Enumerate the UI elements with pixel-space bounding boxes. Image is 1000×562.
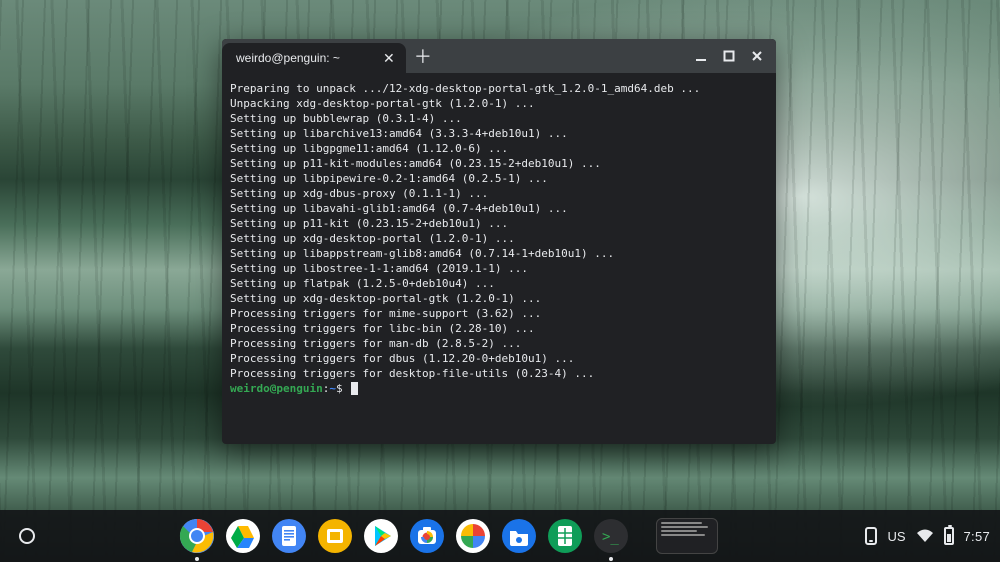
prompt-user-host: weirdo@penguin	[230, 382, 323, 395]
terminal-line: Setting up p11-kit-modules:amd64 (0.23.1…	[230, 156, 768, 171]
pinned-apps: >_	[178, 517, 630, 555]
wifi-icon[interactable]	[916, 529, 934, 543]
terminal-line: Unpacking xdg-desktop-portal-gtk (1.2.0-…	[230, 96, 768, 111]
terminal-line: Setting up libpipewire-0.2-1:amd64 (0.2.…	[230, 171, 768, 186]
photos-app-icon[interactable]	[454, 517, 492, 555]
terminal-line: Setting up p11-kit (0.23.15-2+deb10u1) .…	[230, 216, 768, 231]
terminal-line: Setting up libostree-1-1:amd64 (2019.1-1…	[230, 261, 768, 276]
chrome-app-icon[interactable]	[178, 517, 216, 555]
sheets-app-icon[interactable]	[546, 517, 584, 555]
phone-hub-icon[interactable]	[865, 527, 877, 545]
terminal-line: Processing triggers for libc-bin (2.28-1…	[230, 321, 768, 336]
terminal-window[interactable]: weirdo@penguin: ~ ✕ ＋ Preparing to unpac…	[222, 39, 776, 444]
terminal-line: Setting up xdg-desktop-portal-gtk (1.2.0…	[230, 291, 768, 306]
terminal-line: Processing triggers for dbus (1.12.20-0+…	[230, 351, 768, 366]
status-tray[interactable]: US 7:57	[865, 527, 990, 545]
terminal-app-icon[interactable]: >_	[592, 517, 630, 555]
terminal-line: Setting up bubblewrap (0.3.1-4) ...	[230, 111, 768, 126]
terminal-line: Processing triggers for man-db (2.8.5-2)…	[230, 336, 768, 351]
close-window-button[interactable]	[750, 49, 764, 63]
camera-app-icon[interactable]	[408, 517, 446, 555]
window-controls	[682, 39, 776, 73]
terminal-line: Processing triggers for mime-support (3.…	[230, 306, 768, 321]
titlebar[interactable]: weirdo@penguin: ~ ✕ ＋	[222, 39, 776, 73]
terminal-line: Setting up libarchive13:amd64 (3.3.3-4+d…	[230, 126, 768, 141]
close-tab-icon[interactable]: ✕	[380, 49, 398, 67]
tab-title: weirdo@penguin: ~	[236, 51, 340, 65]
drive-app-icon[interactable]	[224, 517, 262, 555]
launcher-button[interactable]	[10, 519, 44, 553]
battery-icon[interactable]	[944, 527, 954, 545]
docs-app-icon[interactable]	[270, 517, 308, 555]
play-store-app-icon[interactable]	[362, 517, 400, 555]
terminal-line: Preparing to unpack .../12-xdg-desktop-p…	[230, 81, 768, 96]
terminal-line: Processing triggers for desktop-file-uti…	[230, 366, 768, 381]
terminal-tab[interactable]: weirdo@penguin: ~ ✕	[222, 43, 406, 73]
desktop: weirdo@penguin: ~ ✕ ＋ Preparing to unpac…	[0, 0, 1000, 562]
terminal-line: Setting up libavahi-glib1:amd64 (0.7-4+d…	[230, 201, 768, 216]
minimize-button[interactable]	[694, 49, 708, 63]
ime-indicator[interactable]: US	[887, 529, 905, 544]
slides-app-icon[interactable]	[316, 517, 354, 555]
clock[interactable]: 7:57	[964, 529, 991, 544]
new-tab-button[interactable]: ＋	[406, 39, 440, 73]
terminal-output[interactable]: Preparing to unpack .../12-xdg-desktop-p…	[222, 73, 776, 444]
svg-text:>_: >_	[602, 529, 619, 545]
prompt-path: ~	[329, 382, 336, 395]
terminal-line: Setting up xdg-dbus-proxy (0.1.1-1) ...	[230, 186, 768, 201]
window-preview[interactable]	[656, 518, 718, 554]
cursor	[351, 382, 358, 395]
terminal-prompt[interactable]: weirdo@penguin:~$	[230, 381, 768, 396]
shelf: >_ US 7:57	[0, 510, 1000, 562]
files-app-icon[interactable]	[500, 517, 538, 555]
terminal-line: Setting up xdg-desktop-portal (1.2.0-1) …	[230, 231, 768, 246]
maximize-button[interactable]	[722, 49, 736, 63]
terminal-line: Setting up libgpgme11:amd64 (1.12.0-6) .…	[230, 141, 768, 156]
terminal-line: Setting up libappstream-glib8:amd64 (0.7…	[230, 246, 768, 261]
terminal-line: Setting up flatpak (1.2.5-0+deb10u4) ...	[230, 276, 768, 291]
launcher-icon	[19, 528, 35, 544]
